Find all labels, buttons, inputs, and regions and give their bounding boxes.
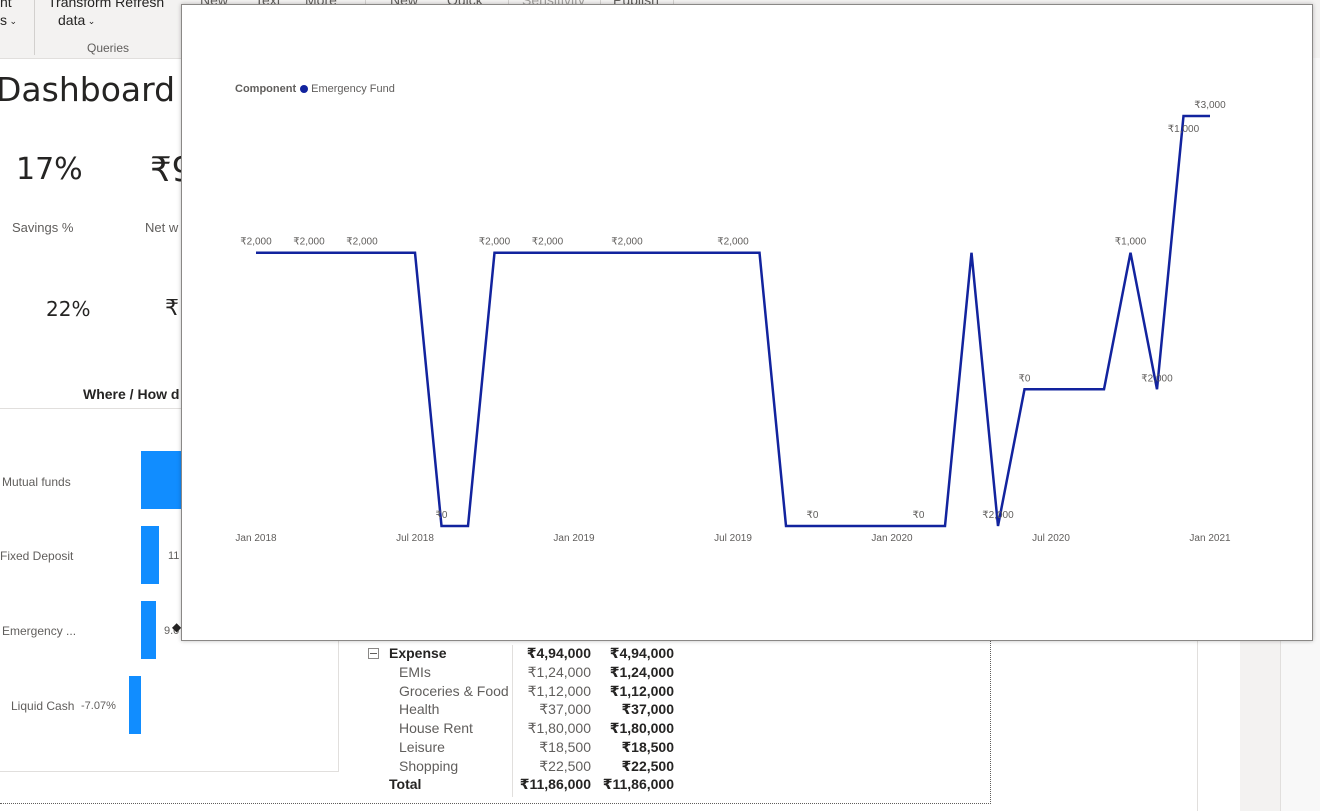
matrix-total-value-1: ₹11,86,000 (519, 776, 591, 792)
bar-label-emergency: Emergency ... (2, 624, 77, 638)
data-label: ₹2,000 (717, 237, 749, 248)
series-line-emergency-fund[interactable] (256, 114, 1210, 528)
matrix-row-value-1: ₹1,80,000 (527, 720, 591, 737)
matrix-row-label: House Rent (399, 720, 473, 737)
kpi-networth-label: Net w (145, 220, 179, 235)
matrix-row-label: Groceries & Food (399, 682, 509, 699)
matrix-group-row[interactable]: Expense ₹4,94,000 ₹4,94,000 (0, 645, 700, 664)
bar-label-fixed-deposit: Fixed Deposit (0, 549, 74, 563)
matrix-total-label: Total (389, 776, 422, 792)
data-label: ₹2,000 (611, 237, 643, 248)
matrix-row-value-2: ₹22,500 (621, 757, 674, 774)
bar-value-fixed-deposit: 11 (168, 550, 180, 562)
data-label: ₹1,000 (1168, 124, 1200, 135)
data-label: ₹3,000 (1194, 100, 1226, 111)
ribbon-separator (34, 0, 35, 55)
data-label: ₹0 (1019, 373, 1031, 384)
drag-handle-icon[interactable]: ◆ (172, 620, 181, 634)
matrix-total-value-2: ₹11,86,000 (602, 776, 674, 792)
kpi-savings-value: 17% (16, 152, 83, 187)
allocation-chart-title: Where / How d (83, 386, 180, 402)
matrix-row-value-2: ₹1,80,000 (609, 720, 674, 737)
matrix-group-value-2: ₹4,94,000 (609, 645, 674, 661)
data-label: ₹0 (436, 510, 448, 521)
data-label: ₹2,000 (1141, 373, 1173, 384)
data-label: ₹0 (913, 510, 925, 521)
matrix-row[interactable]: Health ₹37,000 ₹37,000 (0, 701, 700, 720)
data-label: ₹2,000 (982, 510, 1014, 521)
matrix-row-label: EMIs (399, 664, 431, 680)
matrix-row-value-2: ₹18,500 (621, 738, 674, 755)
x-tick-label: Jul 2018 (396, 533, 434, 544)
data-label: ₹2,000 (479, 237, 511, 248)
data-label: ₹0 (807, 510, 819, 521)
bar-mutual-funds[interactable] (141, 451, 182, 509)
matrix-row-value-1: ₹1,24,000 (527, 664, 591, 680)
divider (1197, 640, 1198, 811)
ribbon-cut-label[interactable]: nt (0, 0, 12, 10)
matrix-row[interactable]: Shopping ₹22,500 ₹22,500 (0, 758, 700, 777)
chevron-down-icon: ⌄ (7, 15, 18, 26)
data-label: ₹2,000 (532, 237, 564, 248)
kpi-secondary-amount: ₹ (165, 296, 179, 321)
matrix-row[interactable]: EMIs ₹1,24,000 ₹1,24,000 (0, 664, 700, 683)
matrix-row-value-1: ₹37,000 (539, 701, 591, 718)
transform-data-button-top[interactable]: Transform Refresh (48, 0, 164, 10)
matrix-total-row: Total ₹11,86,000 ₹11,86,000 (0, 776, 700, 795)
chevron-down-icon: ⌄ (85, 15, 96, 26)
matrix-row-value-1: ₹22,500 (539, 757, 591, 774)
x-tick-label: Jan 2020 (871, 533, 913, 544)
ribbon-cut-dropdown[interactable]: s ⌄ (0, 12, 17, 28)
kpi-savings-label: Savings % (12, 220, 74, 235)
page-title: Dashboard (0, 70, 176, 109)
x-tick-label: Jan 2018 (235, 533, 277, 544)
bar-fixed-deposit[interactable] (141, 526, 159, 584)
ribbon-group-queries: Queries (87, 41, 130, 55)
matrix-row[interactable]: House Rent ₹1,80,000 ₹1,80,000 (0, 720, 700, 739)
matrix-row[interactable]: Leisure ₹18,500 ₹18,500 (0, 739, 700, 758)
transform-data-button[interactable]: data ⌄ (58, 12, 95, 28)
data-label: ₹2,000 (293, 237, 325, 248)
focus-mode-line-chart[interactable]: Component Emergency Fund Jan 2018 Jul 2018… (181, 4, 1313, 641)
matrix-row-value-1: ₹18,500 (539, 738, 591, 755)
data-label: ₹2,000 (240, 237, 272, 248)
x-tick-label: Jul 2019 (714, 533, 752, 544)
matrix-row[interactable]: Groceries & Food ₹1,12,000 ₹1,12,000 (0, 683, 700, 702)
matrix-row-value-2: ₹1,12,000 (609, 682, 674, 699)
data-label: ₹1,000 (1115, 237, 1147, 248)
matrix-row-label: Health (399, 701, 440, 718)
matrix-row-value-2: ₹37,000 (621, 701, 674, 718)
matrix-group-label: Expense (389, 645, 447, 661)
matrix-row-value-2: ₹1,24,000 (609, 664, 674, 680)
matrix-row-label: Leisure (399, 738, 445, 755)
bar-label-mutual-funds: Mutual funds (2, 475, 71, 489)
kpi-secondary-value: 22% (46, 297, 91, 321)
matrix-row-label: Shopping (399, 757, 459, 774)
x-tick-label: Jul 2020 (1032, 533, 1070, 544)
x-tick-label: Jan 2021 (1189, 533, 1231, 544)
line-chart-plot: Jan 2018 Jul 2018 Jan 2019 Jul 2019 Jan 2020… (235, 100, 1231, 544)
x-tick-label: Jan 2019 (553, 533, 595, 544)
data-label: ₹2,000 (346, 237, 378, 248)
matrix-row-value-1: ₹1,12,000 (527, 682, 591, 699)
matrix-group-value-1: ₹4,94,000 (526, 645, 591, 661)
visual-border (0, 803, 340, 804)
